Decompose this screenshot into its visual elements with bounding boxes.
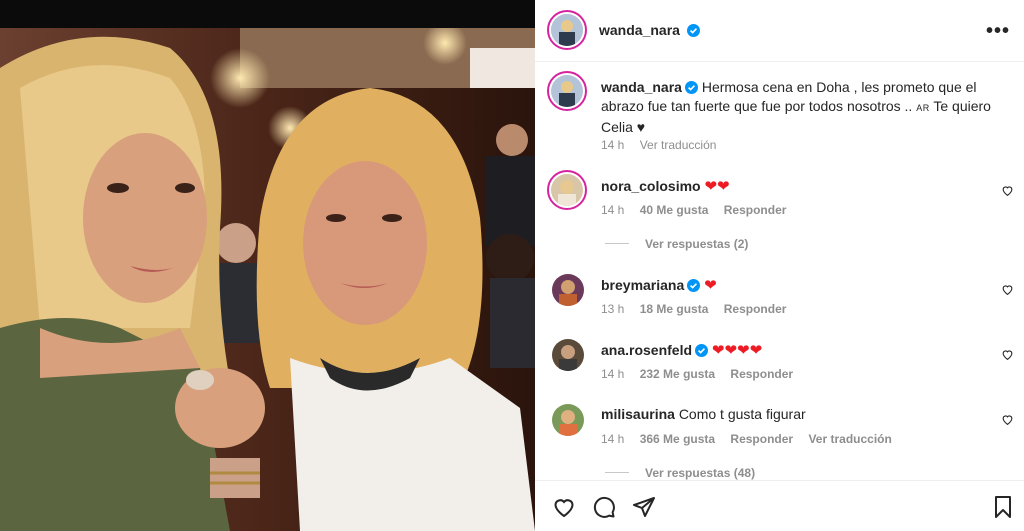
view-replies-label[interactable]: Ver respuestas (48)	[645, 466, 755, 480]
comments-panel: wanda_nara ••• wanda_nara Hermosa cena e…	[535, 0, 1024, 531]
comment-username[interactable]: breymariana	[601, 277, 684, 293]
replies-divider	[605, 472, 629, 473]
reply-button[interactable]: Responder	[724, 302, 787, 316]
verified-icon	[687, 279, 701, 292]
comment-username[interactable]: milisaurina	[601, 406, 675, 422]
comment-likes[interactable]: 18 Me gusta	[640, 302, 709, 316]
caption-meta: 14 h Ver traducción	[601, 138, 728, 152]
caption-username[interactable]: wanda_nara	[601, 79, 682, 95]
caption-flag: AR	[916, 103, 930, 113]
comment-text: ❤❤	[704, 178, 730, 195]
post-photo[interactable]	[0, 0, 535, 531]
replies-divider	[605, 243, 629, 244]
reply-button[interactable]: Responder	[730, 432, 793, 446]
comment-brey: breymariana ❤	[601, 276, 717, 294]
verified-icon	[684, 81, 698, 94]
comment-mili: milisaurina Como t gusta figurar	[601, 406, 806, 422]
reply-button[interactable]: Responder	[730, 367, 793, 381]
heart-icon[interactable]	[1001, 283, 1014, 296]
view-replies[interactable]: Ver respuestas (48)	[605, 466, 755, 480]
caption-avatar[interactable]	[547, 71, 587, 111]
comment-likes[interactable]: 366 Me gusta	[640, 432, 715, 446]
view-replies-label[interactable]: Ver respuestas (2)	[645, 237, 748, 251]
heart-icon[interactable]	[552, 495, 576, 519]
comment-username[interactable]: nora_colosimo	[601, 178, 701, 194]
comment-likes[interactable]: 232 Me gusta	[640, 367, 715, 381]
bookmark-icon[interactable]	[992, 495, 1014, 519]
heart-icon[interactable]	[1001, 184, 1014, 197]
verified-icon	[687, 24, 701, 37]
post-header: wanda_nara •••	[535, 0, 1024, 62]
comment-meta: 14 h 40 Me gusta Responder	[601, 203, 798, 217]
comment-translate[interactable]: Ver traducción	[808, 432, 891, 446]
verified-icon	[695, 344, 709, 357]
action-bar	[535, 480, 1024, 531]
comment-nora: nora_colosimo ❤❤	[601, 177, 730, 195]
comment-username[interactable]: ana.rosenfeld	[601, 342, 692, 358]
comment-time[interactable]: 14 h	[601, 367, 624, 381]
comment-meta: 13 h 18 Me gusta Responder	[601, 302, 798, 316]
author-avatar[interactable]	[547, 10, 587, 50]
comment-time[interactable]: 14 h	[601, 203, 624, 217]
heart-icon[interactable]	[1001, 348, 1014, 361]
author-username[interactable]: wanda_nara	[599, 22, 680, 38]
more-icon[interactable]: •••	[986, 20, 1010, 43]
comment-likes[interactable]: 40 Me gusta	[640, 203, 709, 217]
comment-icon[interactable]	[592, 495, 616, 519]
post-caption: wanda_nara Hermosa cena en Doha , les pr…	[601, 78, 1006, 137]
comment-text: ❤	[704, 277, 717, 294]
photo-illustration	[0, 28, 535, 531]
view-replies[interactable]: Ver respuestas (2)	[605, 237, 748, 251]
comment-meta: 14 h 366 Me gusta Responder Ver traducci…	[601, 432, 904, 446]
comment-text: ❤❤❤❤	[711, 342, 763, 359]
reply-button[interactable]: Responder	[724, 203, 787, 217]
comment-meta: 14 h 232 Me gusta Responder	[601, 367, 805, 381]
comment-avatar[interactable]	[552, 339, 584, 371]
comment-time[interactable]: 13 h	[601, 302, 624, 316]
caption-time[interactable]: 14 h	[601, 138, 624, 152]
photo-top-bar	[0, 0, 535, 28]
comment-time[interactable]: 14 h	[601, 432, 624, 446]
comment-avatar[interactable]	[547, 170, 587, 210]
comment-avatar[interactable]	[552, 274, 584, 306]
share-icon[interactable]	[632, 495, 656, 519]
heart-icon[interactable]	[1001, 413, 1014, 426]
comment-ana: ana.rosenfeld ❤❤❤❤	[601, 341, 762, 359]
comment-avatar[interactable]	[552, 404, 584, 436]
caption-translate[interactable]: Ver traducción	[640, 138, 717, 152]
comment-text: Como t gusta figurar	[678, 406, 806, 422]
